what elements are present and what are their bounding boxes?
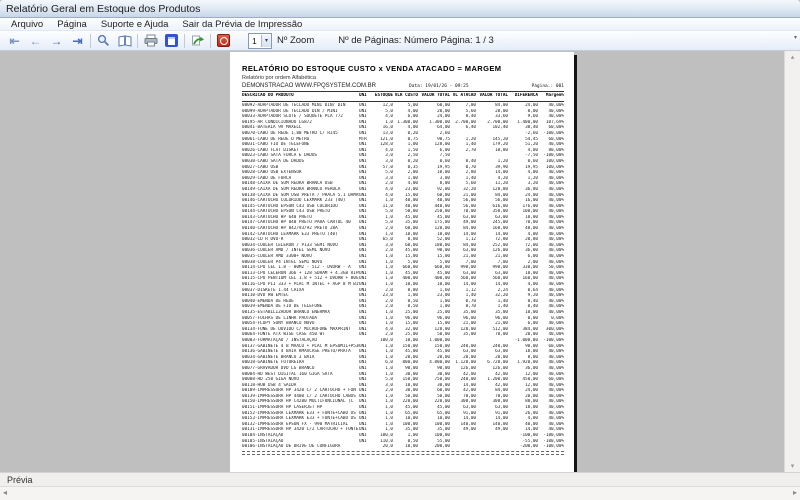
scroll-down-icon[interactable]: ▾	[785, 462, 800, 470]
next-page-icon: →	[51, 35, 63, 47]
toolbar-separator	[137, 34, 138, 48]
zoom-level-select[interactable]: 1 ▾	[248, 33, 272, 49]
report-date: Data: 19/01/26 - 09:25	[409, 84, 514, 89]
book-icon	[118, 34, 132, 47]
report-page-number: Página.: 001	[514, 84, 564, 89]
previous-page-icon: ←	[30, 35, 42, 47]
report-company: DEMONSTRACAO WWW.FPQSYSTEM.COM.BR	[242, 83, 409, 89]
preview-workspace: RELATÓRIO DO ESTOQUE CUSTO x VENDA ATACA…	[0, 51, 800, 472]
app-window: Relatório Geral em Estoque dos Produtos …	[0, 0, 800, 500]
magnifier-icon	[97, 34, 110, 47]
titlebar: Relatório Geral em Estoque dos Produtos	[0, 0, 800, 18]
previous-page-button[interactable]: ←	[25, 32, 46, 49]
report-subtitle: Relatório por ordem Alfabética	[242, 75, 574, 81]
previa-label: Prévia	[7, 475, 33, 485]
last-page-button[interactable]: ⇥	[67, 32, 88, 49]
toolbar-separator	[184, 34, 185, 48]
menu-suporte-e-ajuda[interactable]: Suporte e Ajuda	[94, 19, 176, 30]
report-cell: 10,00	[393, 444, 418, 450]
scroll-right-icon[interactable]: ▸	[793, 488, 797, 497]
printer-setup-icon	[165, 34, 178, 47]
report-end-rule	[242, 451, 564, 455]
report-column-header: ESTOQUE	[372, 93, 393, 99]
printer-icon	[144, 34, 158, 47]
menu-sair-da-previa[interactable]: Sair da Prévia de Impressão	[175, 19, 309, 30]
window-title: Relatório Geral em Estoque dos Produtos	[6, 3, 200, 15]
report-column-header: DESCRICAO DO PRODUTO	[242, 93, 359, 99]
vertical-scrollbar[interactable]: ▴ ▾	[784, 51, 800, 472]
report-rows: 00092-ADAPTADOR DE TECLADO MINI DIN/ DIN…	[242, 103, 574, 450]
report-cell	[450, 444, 476, 450]
toolbar: ⇤ ← → ⇥	[0, 31, 800, 51]
report-column-header: VALOR TOTAL	[418, 93, 450, 99]
report-cell: 00106-INSTALAÇÃO DE DRIVE DE CONFIGURA	[242, 444, 359, 450]
report-column-header: UNI	[359, 93, 372, 99]
scroll-left-icon[interactable]: ◂	[3, 488, 7, 497]
previa-bar: Prévia	[0, 472, 800, 486]
report-column-header: Margem%	[538, 93, 564, 99]
report-column-header: VALOR TOTAL	[476, 93, 508, 99]
close-red-icon	[217, 34, 230, 47]
report-cell: -100,00%	[538, 444, 564, 450]
two-page-view-button[interactable]	[114, 32, 135, 49]
chevron-down-icon: ▾	[261, 35, 271, 47]
report-meta-row: DEMONSTRACAO WWW.FPQSYSTEM.COM.BR Data: …	[242, 83, 564, 89]
report-cell: 20,0	[372, 444, 393, 450]
menu-pagina[interactable]: Página	[50, 19, 94, 30]
next-page-button[interactable]: →	[46, 32, 67, 49]
zoom-label: Nº Zoom	[277, 35, 314, 46]
report-header-row: DESCRICAO DO PRODUTOUNIESTOQUEVLR CUSTOV…	[242, 93, 564, 99]
export-button[interactable]	[187, 32, 208, 49]
menu-arquivo[interactable]: Arquivo	[4, 19, 50, 30]
report-column-header: VL ATACAD	[450, 93, 476, 99]
print-button[interactable]	[140, 32, 161, 49]
report-rule	[242, 91, 564, 92]
zoom-level-value: 1	[249, 36, 261, 46]
report-column-header: VLR CUSTO	[393, 93, 418, 99]
report-column-header: DIFERENCA	[508, 93, 538, 99]
first-page-icon: ⇤	[9, 35, 19, 47]
report-cell: -200,00	[508, 444, 538, 450]
toolbar-separator	[210, 34, 211, 48]
report-title: RELATÓRIO DO ESTOQUE CUSTO x VENDA ATACA…	[242, 64, 574, 73]
toolbar-overflow-icon[interactable]: ▾	[794, 34, 797, 41]
toolbar-separator	[90, 34, 91, 48]
menubar: Arquivo Página Suporte e Ajuda Sair da P…	[0, 18, 800, 31]
close-preview-button[interactable]	[213, 32, 234, 49]
report-row: 00106-INSTALAÇÃO DE DRIVE DE CONFIGURA 20…	[242, 444, 564, 450]
page-count-label: Nº de Páginas: Número Página: 1 / 3	[338, 35, 494, 46]
report-page: RELATÓRIO DO ESTOQUE CUSTO x VENDA ATACA…	[230, 52, 574, 472]
printer-setup-button[interactable]	[161, 32, 182, 49]
report-cell	[359, 444, 372, 450]
report-rule	[242, 101, 564, 102]
first-page-button[interactable]: ⇤	[4, 32, 25, 49]
horizontal-scrollbar[interactable]: ◂ ▸	[0, 486, 800, 500]
export-green-icon	[191, 34, 205, 47]
last-page-icon: ⇥	[72, 35, 82, 47]
zoom-tool-button[interactable]	[93, 32, 114, 49]
report-cell: 200,00	[418, 444, 450, 450]
report-cell	[476, 444, 508, 450]
scroll-up-icon[interactable]: ▴	[785, 53, 800, 61]
